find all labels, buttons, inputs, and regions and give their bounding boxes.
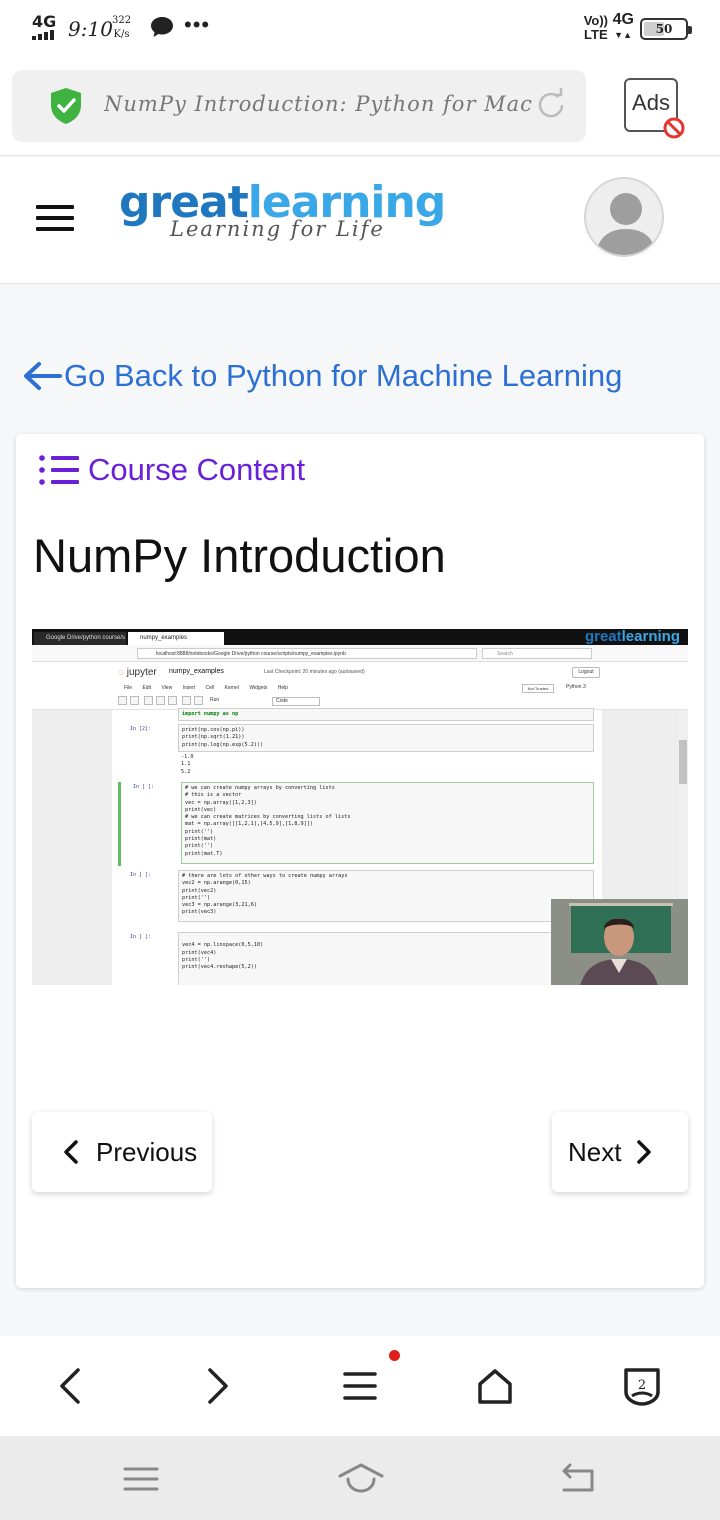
jupyter-logo: ◌ jupyter: [118, 667, 157, 678]
speed-unit: K/s: [113, 29, 130, 40]
tabs-icon: 2: [624, 1368, 660, 1406]
volte-indicator: Vo)) LTE: [584, 14, 608, 42]
course-content-link[interactable]: Course Content: [38, 452, 305, 488]
tab-count: 2: [638, 1378, 646, 1393]
url-field[interactable]: NumPy Introduction: Python for Mac...: [12, 70, 586, 142]
video-search: Search: [482, 648, 592, 659]
run-label: Run: [210, 697, 220, 703]
logo-tagline: Learning for Life: [170, 217, 385, 241]
site-header: greatlearning Learning for Life: [0, 157, 720, 284]
jupyter-menu: File Edit View Insert Cell Kernel Widget…: [124, 685, 289, 691]
menu-icon[interactable]: [338, 1364, 382, 1408]
browser-bottom-nav: 2: [0, 1336, 720, 1436]
logout-button: Logout: [572, 667, 600, 678]
volte-bottom: LTE: [584, 27, 608, 42]
lesson-video[interactable]: Google Drive/python course/s numpy_examp…: [32, 629, 688, 985]
code-cell: import numpy as np: [118, 708, 594, 722]
signal-icon: [32, 30, 60, 40]
chevron-left-icon: [64, 1140, 78, 1164]
ad-block-button[interactable]: Ads: [624, 78, 685, 139]
cell-output: -1.0 1.1 5.2: [181, 754, 194, 775]
code-cell: In [ ]: vec4 = np.linspace(0,5,10) print…: [118, 932, 594, 985]
cell-prompt: In [ ]:: [130, 934, 152, 940]
cell-prompt: In [ ]:: [133, 784, 155, 790]
checkpoint-text: Last Checkpoint: 20 minutes ago (autosav…: [264, 669, 365, 675]
course-content-label: Course Content: [88, 452, 306, 487]
notebook-name: numpy_examples: [169, 668, 224, 675]
cell-code: import numpy as np: [182, 711, 239, 717]
video-browser-nav: localhost:8888/notebooks/Google Drive/py…: [32, 645, 688, 662]
lesson-card: Course Content NumPy Introduction Google…: [16, 434, 704, 1288]
forward-icon[interactable]: [194, 1364, 238, 1408]
hamburger-menu-icon[interactable]: [36, 201, 76, 231]
tabs-button[interactable]: 2: [620, 1364, 664, 1408]
home-icon[interactable]: [338, 1462, 384, 1496]
code-cell-selected: In [ ]: # we can create numpy arrays by …: [118, 782, 594, 866]
not-trusted-badge: Not Trusted: [522, 684, 554, 693]
lesson-title: NumPy Introduction: [33, 529, 446, 582]
previous-button[interactable]: Previous: [32, 1112, 212, 1192]
shield-check-icon: [51, 88, 81, 124]
page-title-in-url[interactable]: NumPy Introduction: Python for Mac...: [104, 92, 534, 116]
network-type: 4G: [32, 12, 57, 31]
reload-icon[interactable]: [534, 88, 568, 122]
data-activity-icon: ▼▲: [614, 30, 632, 40]
previous-label: Previous: [96, 1136, 198, 1167]
video-url: localhost:8888/notebooks/Google Drive/py…: [137, 648, 477, 659]
more-notifications-icon: •••: [184, 12, 211, 37]
cell-source: print(np.cos(np.pi)) print(np.sqrt(1.21)…: [178, 724, 594, 752]
back-icon[interactable]: [50, 1364, 94, 1408]
next-button[interactable]: Next: [552, 1112, 688, 1192]
video-logo: greatlearning: [585, 629, 680, 645]
user-silhouette-icon: [596, 193, 656, 255]
cell-source: # we can create numpy arrays by converti…: [181, 782, 594, 864]
next-label: Next: [568, 1136, 622, 1167]
notebook-sheet: import numpy as np In [2]: print(np.cos(…: [112, 708, 602, 985]
network-type-right: 4G: [612, 11, 634, 28]
back-to-course-link[interactable]: Go Back to Python for Machine Learning: [22, 358, 622, 394]
video-logo-learning: learning: [621, 629, 680, 645]
instructor-image: [551, 899, 688, 985]
kernel-name: Python 3: [566, 684, 586, 690]
back-icon[interactable]: [558, 1462, 598, 1496]
cell-prompt: In [ ]:: [130, 872, 152, 878]
video-tab-notebook: numpy_examples: [128, 632, 224, 645]
recents-icon[interactable]: [121, 1462, 161, 1496]
video-logo-great: great: [584, 629, 622, 645]
chevron-right-icon: [637, 1140, 652, 1164]
arrow-left-icon: [24, 362, 62, 390]
battery-level: 50: [655, 22, 673, 36]
code-cell: In [2]: print(np.cos(np.pi)) print(np.sq…: [118, 724, 594, 780]
code-cell: In [ ]: # there are lots of other ways t…: [118, 870, 594, 922]
cell-source: import numpy as np: [178, 708, 594, 722]
back-link-label: Go Back to Python for Machine Learning: [64, 358, 623, 393]
browser-address-bar: NumPy Introduction: Python for Mac... Ad…: [0, 56, 720, 156]
clock: 9:10: [68, 17, 113, 41]
system-nav-bar: [0, 1436, 720, 1520]
cell-type-select: Code: [272, 697, 320, 706]
home-icon[interactable]: [473, 1364, 517, 1408]
scrollbar-thumb: [679, 740, 687, 784]
instructor-webcam: [551, 899, 688, 985]
jupyter-header: ◌ jupyter numpy_examples Last Checkpoint…: [32, 662, 688, 710]
message-icon: [151, 17, 173, 37]
network-speed: 322 K/s: [112, 14, 131, 42]
ads-blocked-icon: [663, 117, 685, 139]
cell-prompt: In [2]:: [130, 726, 152, 732]
status-bar: 4G 9:10 322 K/s ••• Vo)) LTE 4G ▼▲ 50: [0, 0, 720, 56]
video-tab-drive: Google Drive/python course/s: [34, 632, 126, 645]
speed-value: 322: [112, 15, 132, 26]
battery-icon: 50: [640, 18, 692, 40]
cell-source: # there are lots of other ways to create…: [178, 870, 594, 922]
cell-source: vec4 = np.linspace(0,5,10) print(vec4) p…: [178, 932, 594, 985]
video-browser-tabs: Google Drive/python course/s numpy_examp…: [32, 629, 688, 645]
avatar[interactable]: [584, 177, 664, 257]
jupyter-label: jupyter: [126, 667, 157, 678]
volte-top: Vo)): [583, 13, 608, 28]
ads-label: Ads: [632, 90, 670, 115]
list-icon: [39, 455, 79, 485]
notification-dot: [389, 1350, 400, 1361]
